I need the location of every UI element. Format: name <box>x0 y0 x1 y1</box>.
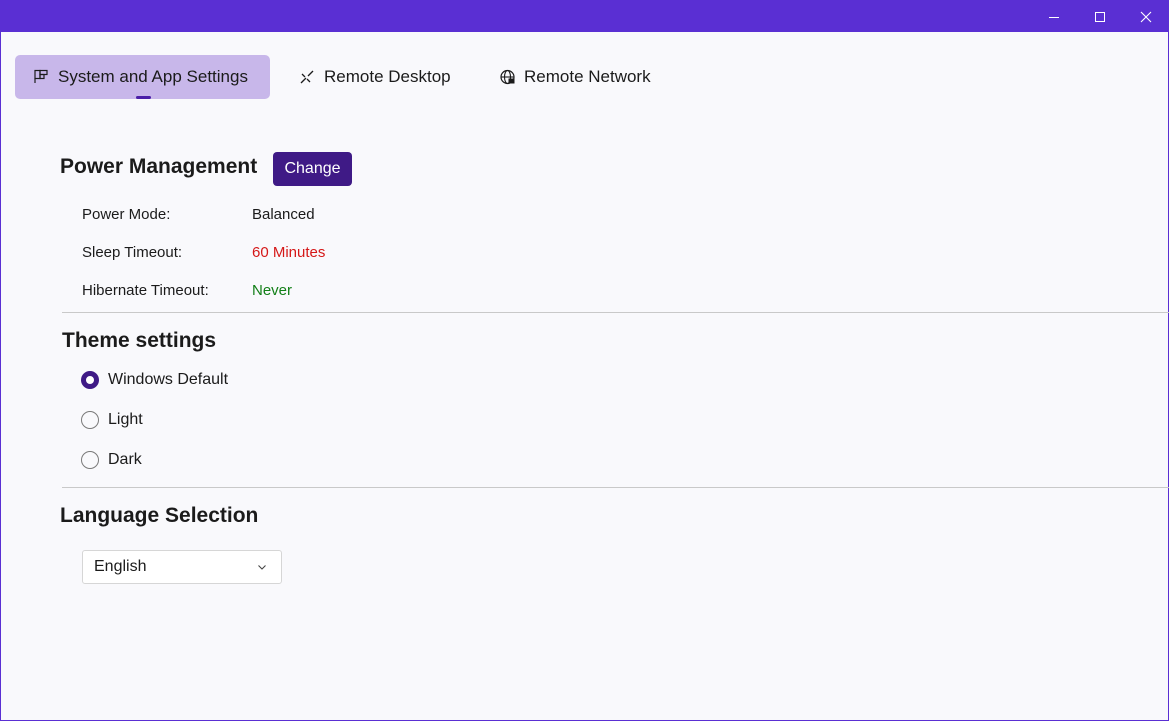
language-selected-value: English <box>94 558 147 575</box>
minimize-icon <box>1049 16 1059 18</box>
hibernate-timeout-value: Never <box>252 282 293 299</box>
selected-tab-indicator <box>136 96 151 99</box>
radio-label: Light <box>108 411 143 428</box>
maximize-button[interactable] <box>1077 1 1123 32</box>
globe-network-icon <box>498 68 516 86</box>
radio-button-checked[interactable] <box>81 371 99 389</box>
radio-button[interactable] <box>81 411 99 429</box>
maximize-icon <box>1095 11 1105 22</box>
tab-remote-network[interactable]: Remote Network <box>498 55 673 99</box>
tab-label: Remote Network <box>524 67 651 86</box>
close-icon <box>1140 11 1152 22</box>
settings-panel-icon <box>32 68 50 86</box>
hibernate-timeout-label: Hibernate Timeout: <box>82 282 209 299</box>
theme-option-windows-default[interactable]: Windows Default <box>81 369 228 391</box>
tab-remote-desktop[interactable]: Remote Desktop <box>298 55 468 99</box>
tab-label: Remote Desktop <box>324 67 451 86</box>
change-power-button[interactable]: Change <box>273 152 352 186</box>
tab-label: System and App Settings <box>58 67 248 86</box>
sleep-timeout-label: Sleep Timeout: <box>82 244 183 261</box>
minimize-button[interactable] <box>1031 1 1077 32</box>
section-divider <box>62 487 1169 488</box>
power-mode-label: Power Mode: <box>82 206 171 223</box>
power-mode-value: Balanced <box>252 206 315 223</box>
language-dropdown[interactable]: English <box>82 550 282 584</box>
remote-connect-icon <box>298 68 316 86</box>
power-management-heading: Power Management <box>60 155 258 178</box>
theme-settings-heading: Theme settings <box>62 329 217 352</box>
app-window: System and App Settings Remote Desktop R… <box>0 0 1169 721</box>
title-bar[interactable] <box>1 1 1168 32</box>
radio-button[interactable] <box>81 451 99 469</box>
section-divider <box>62 312 1169 313</box>
radio-label: Windows Default <box>108 371 229 388</box>
close-button[interactable] <box>1123 1 1169 32</box>
language-selection-heading: Language Selection <box>60 504 259 527</box>
theme-option-light[interactable]: Light <box>81 409 143 431</box>
tab-system-and-app-settings[interactable]: System and App Settings <box>15 55 270 99</box>
theme-option-dark[interactable]: Dark <box>81 449 142 471</box>
radio-label: Dark <box>108 451 142 468</box>
chevron-down-icon <box>258 565 266 570</box>
sleep-timeout-value: 60 Minutes <box>252 244 326 261</box>
